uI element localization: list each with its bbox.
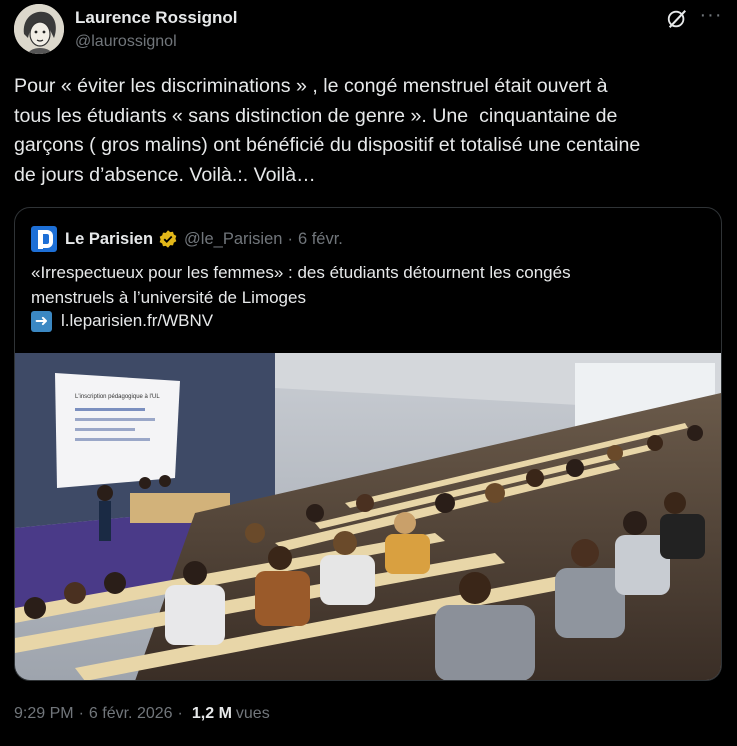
more-icon[interactable]: ··· bbox=[699, 5, 723, 30]
quoted-tweet[interactable]: Le Parisien @le_Parisien · 6 févr. «Irre… bbox=[14, 207, 722, 681]
author-handle[interactable]: @laurossignol bbox=[75, 33, 177, 51]
author-name[interactable]: Laurence Rossignol bbox=[75, 8, 237, 28]
lecture-hall-drawing: L'inscription pédagogique à l'UL bbox=[15, 353, 721, 680]
tweet-time[interactable]: 9:29 PM bbox=[14, 705, 74, 723]
meta-separator-2: · bbox=[177, 705, 183, 722]
quoted-author-name[interactable]: Le Parisien bbox=[65, 230, 153, 249]
grok-icon[interactable] bbox=[666, 8, 688, 30]
views-count[interactable]: 1,2 M bbox=[192, 705, 232, 723]
lecture-hall-photo[interactable]: L'inscription pédagogique à l'UL bbox=[15, 353, 721, 680]
tweet-header: Laurence Rossignol @laurossignol ··· bbox=[14, 4, 723, 56]
quoted-link[interactable]: l.leparisien.fr/WBNV bbox=[61, 311, 213, 331]
verified-badge-icon bbox=[159, 230, 177, 248]
avatar[interactable] bbox=[14, 4, 64, 54]
quoted-text: «Irrespectueux pour les femmes» : des ét… bbox=[31, 263, 571, 307]
avatar-drawing bbox=[14, 4, 64, 54]
views-label: vues bbox=[235, 705, 270, 722]
tweet-text: Pour « éviter les discriminations » , le… bbox=[14, 75, 641, 186]
right-arrow-icon: ➜ bbox=[31, 310, 52, 332]
quoted-link-row: ➜ l.leparisien.fr/WBNV bbox=[31, 309, 213, 333]
le-parisien-logo-icon[interactable] bbox=[31, 226, 57, 252]
quoted-tweet-header: Le Parisien @le_Parisien · 6 févr. bbox=[31, 226, 343, 252]
projection-screen-title: L'inscription pédagogique à l'UL bbox=[75, 394, 160, 400]
quoted-separator: · bbox=[287, 229, 293, 248]
tweet-date[interactable]: 6 févr. 2026 bbox=[89, 705, 173, 723]
quoted-author-handle[interactable]: @le_Parisien bbox=[184, 230, 282, 249]
quoted-date[interactable]: 6 févr. bbox=[298, 230, 343, 249]
meta-separator: · bbox=[78, 705, 84, 722]
tweet-meta: 9:29 PM · 6 févr. 2026 · 1,2 M vues bbox=[14, 705, 270, 723]
